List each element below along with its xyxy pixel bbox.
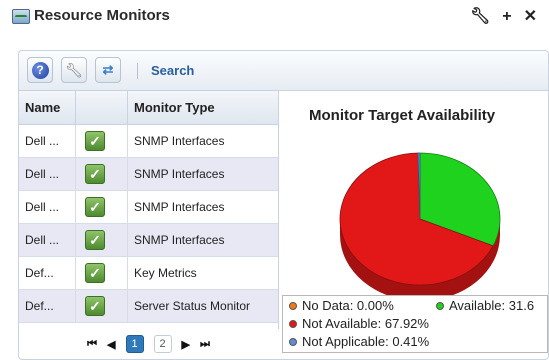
column-header-status[interactable] bbox=[76, 91, 128, 124]
legend-label: Available: 31.6 bbox=[449, 298, 535, 313]
row-status: ✓ bbox=[76, 191, 128, 223]
table-row[interactable]: Def... ✓ Key Metrics bbox=[19, 257, 278, 290]
table-row[interactable]: Dell ... ✓ SNMP Interfaces bbox=[19, 224, 278, 257]
chart-legend: No Data: 0.00% Available: 31.6 Not Avail… bbox=[282, 295, 548, 353]
close-icon[interactable]: ✕ bbox=[524, 8, 537, 26]
pagination: ⏮ ◀ 1 2 ▶ ⏭ bbox=[19, 329, 278, 359]
legend-item-not-applicable: Not Applicable: 0.41% bbox=[289, 334, 429, 349]
prev-page-button[interactable]: ◀ bbox=[107, 338, 115, 351]
row-status: ✓ bbox=[76, 257, 128, 289]
page-1-button[interactable]: 1 bbox=[125, 335, 144, 353]
row-status: ✓ bbox=[76, 125, 128, 157]
help-button[interactable]: ? bbox=[27, 57, 53, 83]
wrench-icon[interactable]: 🔧︎ bbox=[470, 8, 490, 26]
table-header: Name Monitor Type bbox=[19, 91, 278, 125]
legend-item-no-data: No Data: 0.00% bbox=[289, 298, 394, 313]
panel-divider bbox=[278, 91, 279, 329]
monitor-chart-icon bbox=[12, 9, 30, 24]
table-row[interactable]: Dell ... ✓ SNMP Interfaces bbox=[19, 125, 278, 158]
legend-label: Not Applicable: 0.41% bbox=[302, 334, 430, 349]
row-monitor-type: SNMP Interfaces bbox=[134, 134, 225, 148]
legend-dot bbox=[289, 301, 297, 310]
first-page-button[interactable]: ⏮ bbox=[87, 338, 97, 351]
table-row[interactable]: Dell ... ✓ SNMP Interfaces bbox=[19, 191, 278, 224]
row-name: Dell ... bbox=[19, 224, 76, 256]
window-titlebar: Resource Monitors 🔧︎ + ✕ bbox=[0, 0, 549, 36]
pie-slice-not-applicable[interactable] bbox=[417, 152, 421, 220]
table-row[interactable]: Def... ✓ Server Status Monitor bbox=[19, 290, 278, 323]
row-monitor-type: Server Status Monitor bbox=[134, 299, 251, 313]
pie-slice-not-available[interactable] bbox=[339, 152, 494, 286]
pie-slice-available[interactable] bbox=[419, 152, 501, 247]
toolbar: ? 🔧︎ ⇄ Search bbox=[19, 51, 548, 91]
page-2-button[interactable]: 2 bbox=[153, 335, 172, 353]
last-page-button[interactable]: ⏭ bbox=[200, 338, 210, 351]
row-monitor-type: Key Metrics bbox=[134, 266, 197, 280]
legend-dot bbox=[289, 337, 297, 346]
checkmark-icon: ✓ bbox=[85, 296, 105, 316]
legend-dot bbox=[289, 319, 297, 328]
table-row[interactable]: Dell ... ✓ SNMP Interfaces bbox=[19, 158, 278, 191]
legend-item-not-available: Not Available: 67.92% bbox=[289, 316, 429, 331]
legend-label: No Data: 0.00% bbox=[302, 298, 394, 313]
legend-item-available: Available: 31.6 bbox=[436, 298, 534, 313]
help-icon: ? bbox=[31, 61, 49, 79]
row-status: ✓ bbox=[76, 290, 128, 322]
column-header-name[interactable]: Name bbox=[19, 91, 76, 124]
column-header-monitor-type[interactable]: Monitor Type bbox=[128, 91, 278, 124]
configure-icon: ⇄ bbox=[102, 62, 114, 77]
checkmark-icon: ✓ bbox=[85, 230, 105, 250]
checkmark-icon: ✓ bbox=[85, 164, 105, 184]
monitor-panel: ? 🔧︎ ⇄ Search Name Monitor Type Dell ...… bbox=[18, 50, 549, 360]
row-name: Def... bbox=[19, 257, 76, 289]
row-monitor-type: SNMP Interfaces bbox=[134, 167, 225, 181]
monitor-table: Name Monitor Type Dell ... ✓ SNMP Interf… bbox=[19, 91, 278, 323]
row-name: Dell ... bbox=[19, 191, 76, 223]
row-monitor-type: SNMP Interfaces bbox=[134, 233, 225, 247]
configure-button[interactable]: ⇄ bbox=[95, 57, 121, 83]
checkmark-icon: ✓ bbox=[85, 131, 105, 151]
search-link[interactable]: Search bbox=[151, 63, 194, 78]
next-page-button[interactable]: ▶ bbox=[182, 338, 190, 351]
checkmark-icon: ✓ bbox=[85, 263, 105, 283]
wrench-icon: 🔧︎ bbox=[65, 61, 83, 78]
row-name: Dell ... bbox=[19, 158, 76, 190]
legend-label: Not Available: 67.92% bbox=[302, 316, 429, 331]
row-name: Def... bbox=[19, 290, 76, 322]
row-status: ✓ bbox=[76, 158, 128, 190]
legend-dot bbox=[436, 301, 444, 310]
row-monitor-type: SNMP Interfaces bbox=[134, 200, 225, 214]
window-title: Resource Monitors bbox=[34, 7, 170, 24]
row-name: Dell ... bbox=[19, 125, 76, 157]
checkmark-icon: ✓ bbox=[85, 197, 105, 217]
toolbar-separator bbox=[137, 63, 138, 79]
pie-side-wall bbox=[340, 219, 500, 301]
settings-button[interactable]: 🔧︎ bbox=[61, 57, 87, 83]
row-status: ✓ bbox=[76, 224, 128, 256]
chart-title: Monitor Target Availability bbox=[309, 107, 496, 124]
window-tools: 🔧︎ + ✕ bbox=[470, 8, 537, 26]
plus-icon[interactable]: + bbox=[502, 8, 511, 26]
